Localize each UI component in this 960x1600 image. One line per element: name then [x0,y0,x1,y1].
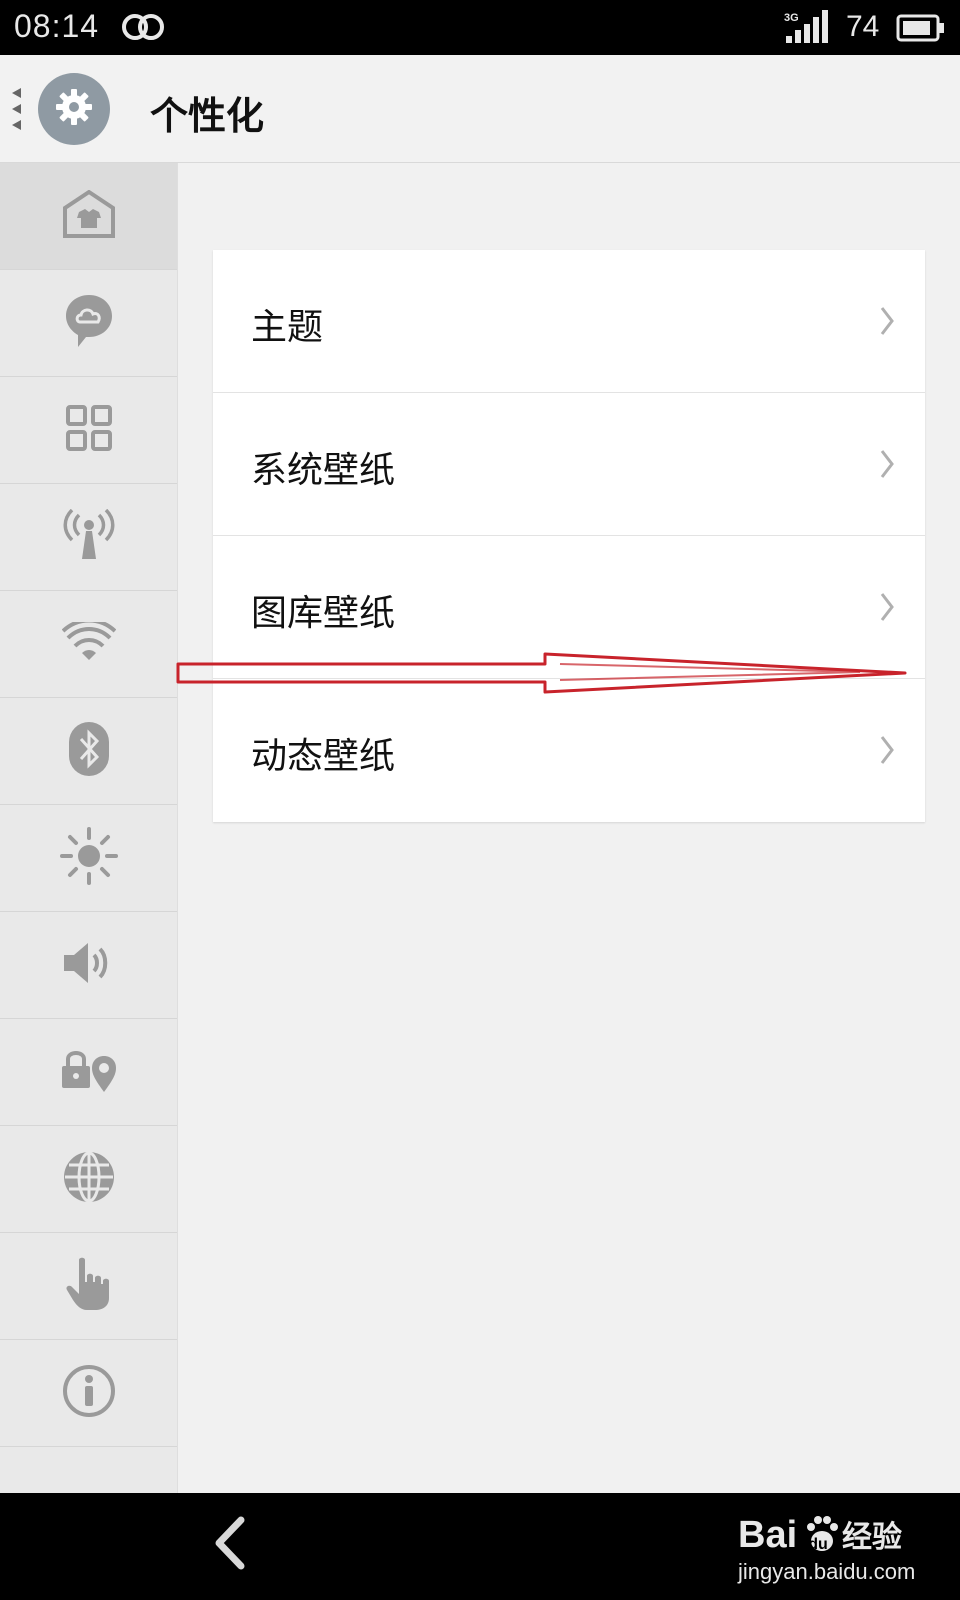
svg-text:经验: 经验 [842,1520,902,1555]
sidebar-item-language[interactable] [0,1126,177,1233]
row-label: 图库壁纸 [251,593,396,634]
back-button[interactable] [200,1513,260,1577]
bottom-navigation-bar: Bai du 经验 jingyan.baidu.com [0,1493,960,1600]
gallery-wallpaper-row[interactable]: 图库壁纸 [213,536,925,679]
theme-row[interactable]: 主题 [213,250,925,393]
drawer-handle-icon[interactable] [12,88,22,134]
hand-pointer-icon [65,1256,113,1316]
info-icon [62,1364,116,1422]
chevron-left-icon [213,1516,247,1574]
baidu-jingyan-watermark: Bai du 经验 jingyan.baidu.com [720,1507,950,1593]
gear-icon [54,87,94,131]
bluetooth-icon [68,722,109,780]
live-wallpaper-row[interactable]: 动态壁纸 [213,679,925,822]
sidebar-item-theme[interactable] [0,163,177,270]
sidebar [0,163,178,1493]
linked-rings-icon [120,12,166,46]
wifi-icon [61,618,116,666]
system-wallpaper-row[interactable]: 系统壁纸 [213,393,925,536]
chevron-right-icon [879,735,895,769]
lock-location-icon [60,1046,118,1098]
sidebar-item-security[interactable] [0,1019,177,1126]
sidebar-item-bluetooth[interactable] [0,698,177,805]
page-title: 个性化 [150,94,265,138]
status-bar: 08:14 3G 74 [0,0,960,55]
row-label: 主题 [251,307,324,348]
volume-icon [62,940,116,990]
sidebar-item-about[interactable] [0,1340,177,1447]
sidebar-item-mobile-network[interactable] [0,484,177,591]
sidebar-item-display[interactable] [0,805,177,912]
watermark-url: jingyan.baidu.com [738,1559,916,1584]
sidebar-item-sound[interactable] [0,912,177,1019]
personalization-list: 主题 系统壁纸 图库壁纸 动态壁纸 [213,250,925,822]
sidebar-item-gestures[interactable] [0,1233,177,1340]
app-header: 个性化 [0,55,960,163]
status-time: 08:14 [14,8,100,44]
sidebar-item-apps[interactable] [0,377,177,484]
cloud-chat-icon [64,293,114,353]
brightness-icon [59,827,118,889]
signal-strength-icon [784,10,830,48]
signal-tower-icon [62,508,116,565]
sidebar-item-cloud[interactable] [0,270,177,377]
chevron-right-icon [879,592,895,626]
row-label: 系统壁纸 [251,450,396,491]
row-label: 动态壁纸 [251,736,396,777]
svg-text:Bai: Bai [738,1514,797,1556]
theme-icon [62,189,115,242]
settings-gear-avatar[interactable] [38,73,110,145]
svg-text:du: du [808,1536,828,1553]
chevron-right-icon [879,449,895,483]
battery-icon [896,14,946,46]
sidebar-item-wifi[interactable] [0,591,177,698]
chevron-right-icon [879,306,895,340]
battery-percent: 74 [846,10,880,43]
apps-grid-icon [65,405,112,455]
baidu-paw-logo-icon: Bai du 经验 [738,1507,938,1561]
globe-icon [62,1150,116,1208]
